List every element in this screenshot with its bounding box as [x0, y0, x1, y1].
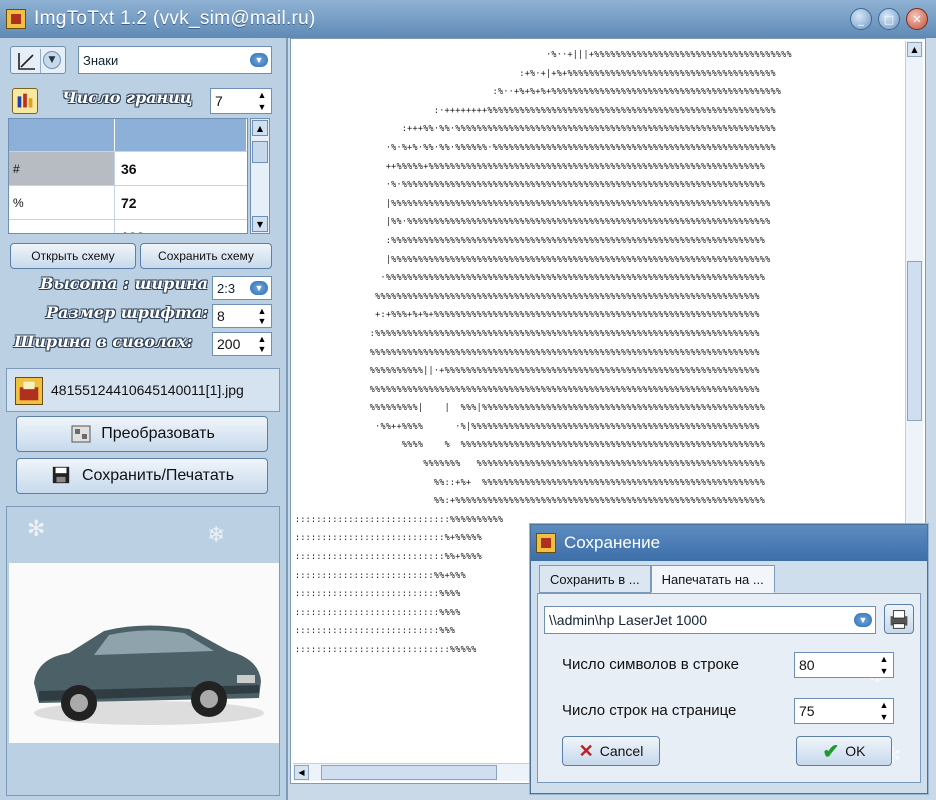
- width-chars-value: 200: [217, 336, 241, 352]
- checkmark-icon: ✔: [822, 740, 840, 763]
- stepper-arrows-icon[interactable]: ▲ ▼: [877, 654, 891, 676]
- printer-select[interactable]: \\admin\hp LaserJet 1000 ▼: [544, 606, 876, 634]
- file-row: 48155124410645140011[1].jpg: [6, 368, 280, 412]
- source-image: [9, 563, 279, 743]
- stepper-arrows-icon[interactable]: ▲ ▼: [255, 306, 269, 326]
- scroll-up-icon[interactable]: ▲: [907, 42, 922, 57]
- open-scheme-button[interactable]: Открыть схему: [10, 243, 136, 269]
- mode-select-value: Знаки: [83, 52, 119, 68]
- save-scheme-button[interactable]: Сохранить схему: [140, 243, 272, 269]
- convert-icon: [69, 423, 93, 445]
- cancel-icon: ✕: [578, 740, 594, 761]
- close-button[interactable]: ✕: [906, 8, 928, 30]
- value-cell[interactable]: 109: [115, 220, 247, 234]
- symbol-cell[interactable]: +: [9, 220, 115, 233]
- app-icon: [536, 533, 556, 553]
- settings-panel: ▼ Знаки ▼ Число границ 7 ▲▼ # 36 % 72 + …: [0, 38, 288, 800]
- table-row[interactable]: + 109: [9, 219, 247, 234]
- tab-print-to[interactable]: Напечатать на ...: [650, 565, 775, 593]
- width-chars-stepper[interactable]: 200 ▲ ▼: [212, 332, 272, 356]
- dialog-tabs: Сохранить в ... Напечатать на ...: [539, 565, 775, 593]
- dropdown-arrow-icon[interactable]: ▼: [250, 53, 268, 67]
- levels-label: Число границ: [62, 88, 193, 107]
- table-row[interactable]: % 72: [9, 185, 247, 219]
- ratio-value: 2:3: [217, 280, 236, 296]
- floppy-disk-icon: [50, 465, 74, 487]
- app-icon: [6, 9, 26, 29]
- print-pane: ❄ ✻ \\admin\hp LaserJet 1000 ▼ Число сим…: [537, 593, 921, 783]
- stepper-arrows-icon[interactable]: ▲ ▼: [255, 334, 269, 354]
- window-title: ImgToTxt 1.2 (vvk_sim@mail.ru): [34, 8, 316, 29]
- lines-per-page-value: 75: [799, 703, 815, 719]
- font-size-value: 8: [217, 308, 225, 324]
- dropdown-arrow-icon[interactable]: ▼: [250, 281, 268, 295]
- scroll-left-icon[interactable]: ◀: [294, 765, 309, 780]
- ratio-label: Высота : ширина: [40, 274, 208, 293]
- cancel-label: Cancel: [599, 743, 644, 759]
- scroll-thumb[interactable]: [252, 141, 268, 163]
- symbol-cell[interactable]: %: [9, 186, 115, 219]
- chars-per-line-stepper[interactable]: 80 ▲ ▼: [794, 652, 894, 678]
- font-size-stepper[interactable]: 8 ▲ ▼: [212, 304, 272, 328]
- title-bar: ImgToTxt 1.2 (vvk_sim@mail.ru) _ □ ✕: [0, 0, 936, 38]
- ok-button[interactable]: ✔ OK: [796, 736, 892, 766]
- scroll-down-icon[interactable]: ▼: [252, 216, 268, 232]
- tab-save-to[interactable]: Сохранить в ...: [539, 565, 651, 593]
- snowflake-icon: ❄: [207, 523, 226, 548]
- mode-tool-button[interactable]: ▼: [10, 46, 66, 74]
- printer-value: \\admin\hp LaserJet 1000: [549, 612, 707, 628]
- chars-per-line-value: 80: [799, 657, 815, 673]
- value-cell[interactable]: 72: [115, 186, 247, 219]
- open-file-icon[interactable]: [15, 377, 43, 405]
- levels-table: # 36 % 72 + 109: [8, 118, 248, 234]
- scroll-thumb[interactable]: [907, 261, 922, 421]
- stepper-arrows-icon[interactable]: ▲ ▼: [877, 700, 891, 722]
- cancel-button[interactable]: ✕ Cancel: [562, 736, 660, 766]
- table-scrollbar[interactable]: ▲ ▼: [250, 118, 270, 234]
- scroll-thumb[interactable]: [321, 765, 497, 780]
- printer-icon[interactable]: [884, 604, 914, 634]
- scroll-up-icon[interactable]: ▲: [252, 120, 268, 136]
- levels-value: 7: [215, 93, 223, 109]
- horizontal-scrollbar[interactable]: ◀: [293, 763, 533, 781]
- table-header-cell: [115, 119, 247, 151]
- lines-per-page-label: Число строк на странице: [562, 702, 737, 719]
- stepper-arrows-icon[interactable]: ▲ ▼: [255, 90, 269, 112]
- chars-per-line-label: Число символов в строке: [562, 656, 739, 673]
- file-name: 48155124410645140011[1].jpg: [51, 382, 244, 398]
- window-controls: _ □ ✕: [850, 8, 928, 30]
- mode-select[interactable]: Знаки ▼: [78, 46, 272, 74]
- levels-icon[interactable]: [12, 88, 38, 114]
- width-chars-label: Ширина в сиволах:: [14, 332, 193, 351]
- image-preview-panel: ✻ ❄: [6, 506, 280, 796]
- lines-per-page-stepper[interactable]: 75 ▲ ▼: [794, 698, 894, 724]
- save-print-button[interactable]: Сохранить/Печатать: [16, 458, 268, 494]
- ratio-select[interactable]: 2:3 ▼: [212, 276, 272, 300]
- snowflake-icon: ✻: [27, 517, 46, 542]
- font-size-label: Размер шрифта:: [46, 303, 209, 322]
- maximize-button[interactable]: □: [878, 8, 900, 30]
- chevron-down-icon[interactable]: ▼: [43, 51, 61, 69]
- save-print-label: Сохранить/Печатать: [81, 467, 235, 484]
- ok-label: OK: [845, 743, 866, 759]
- save-dialog: Сохранение Сохранить в ... Напечатать на…: [530, 524, 928, 794]
- minimize-button[interactable]: _: [850, 8, 872, 30]
- dialog-title-bar: Сохранение: [531, 525, 927, 561]
- value-cell[interactable]: 36: [115, 152, 247, 185]
- dialog-title: Сохранение: [564, 533, 661, 552]
- levels-stepper[interactable]: 7 ▲ ▼: [210, 88, 272, 114]
- convert-label: Преобразовать: [101, 425, 215, 442]
- convert-button[interactable]: Преобразовать: [16, 416, 268, 452]
- table-header-cell: [9, 119, 115, 151]
- chart-line-icon: [15, 49, 41, 73]
- dropdown-arrow-icon[interactable]: ▼: [854, 613, 872, 627]
- table-header: [9, 119, 247, 151]
- symbol-cell[interactable]: #: [9, 152, 115, 185]
- table-row[interactable]: # 36: [9, 151, 247, 185]
